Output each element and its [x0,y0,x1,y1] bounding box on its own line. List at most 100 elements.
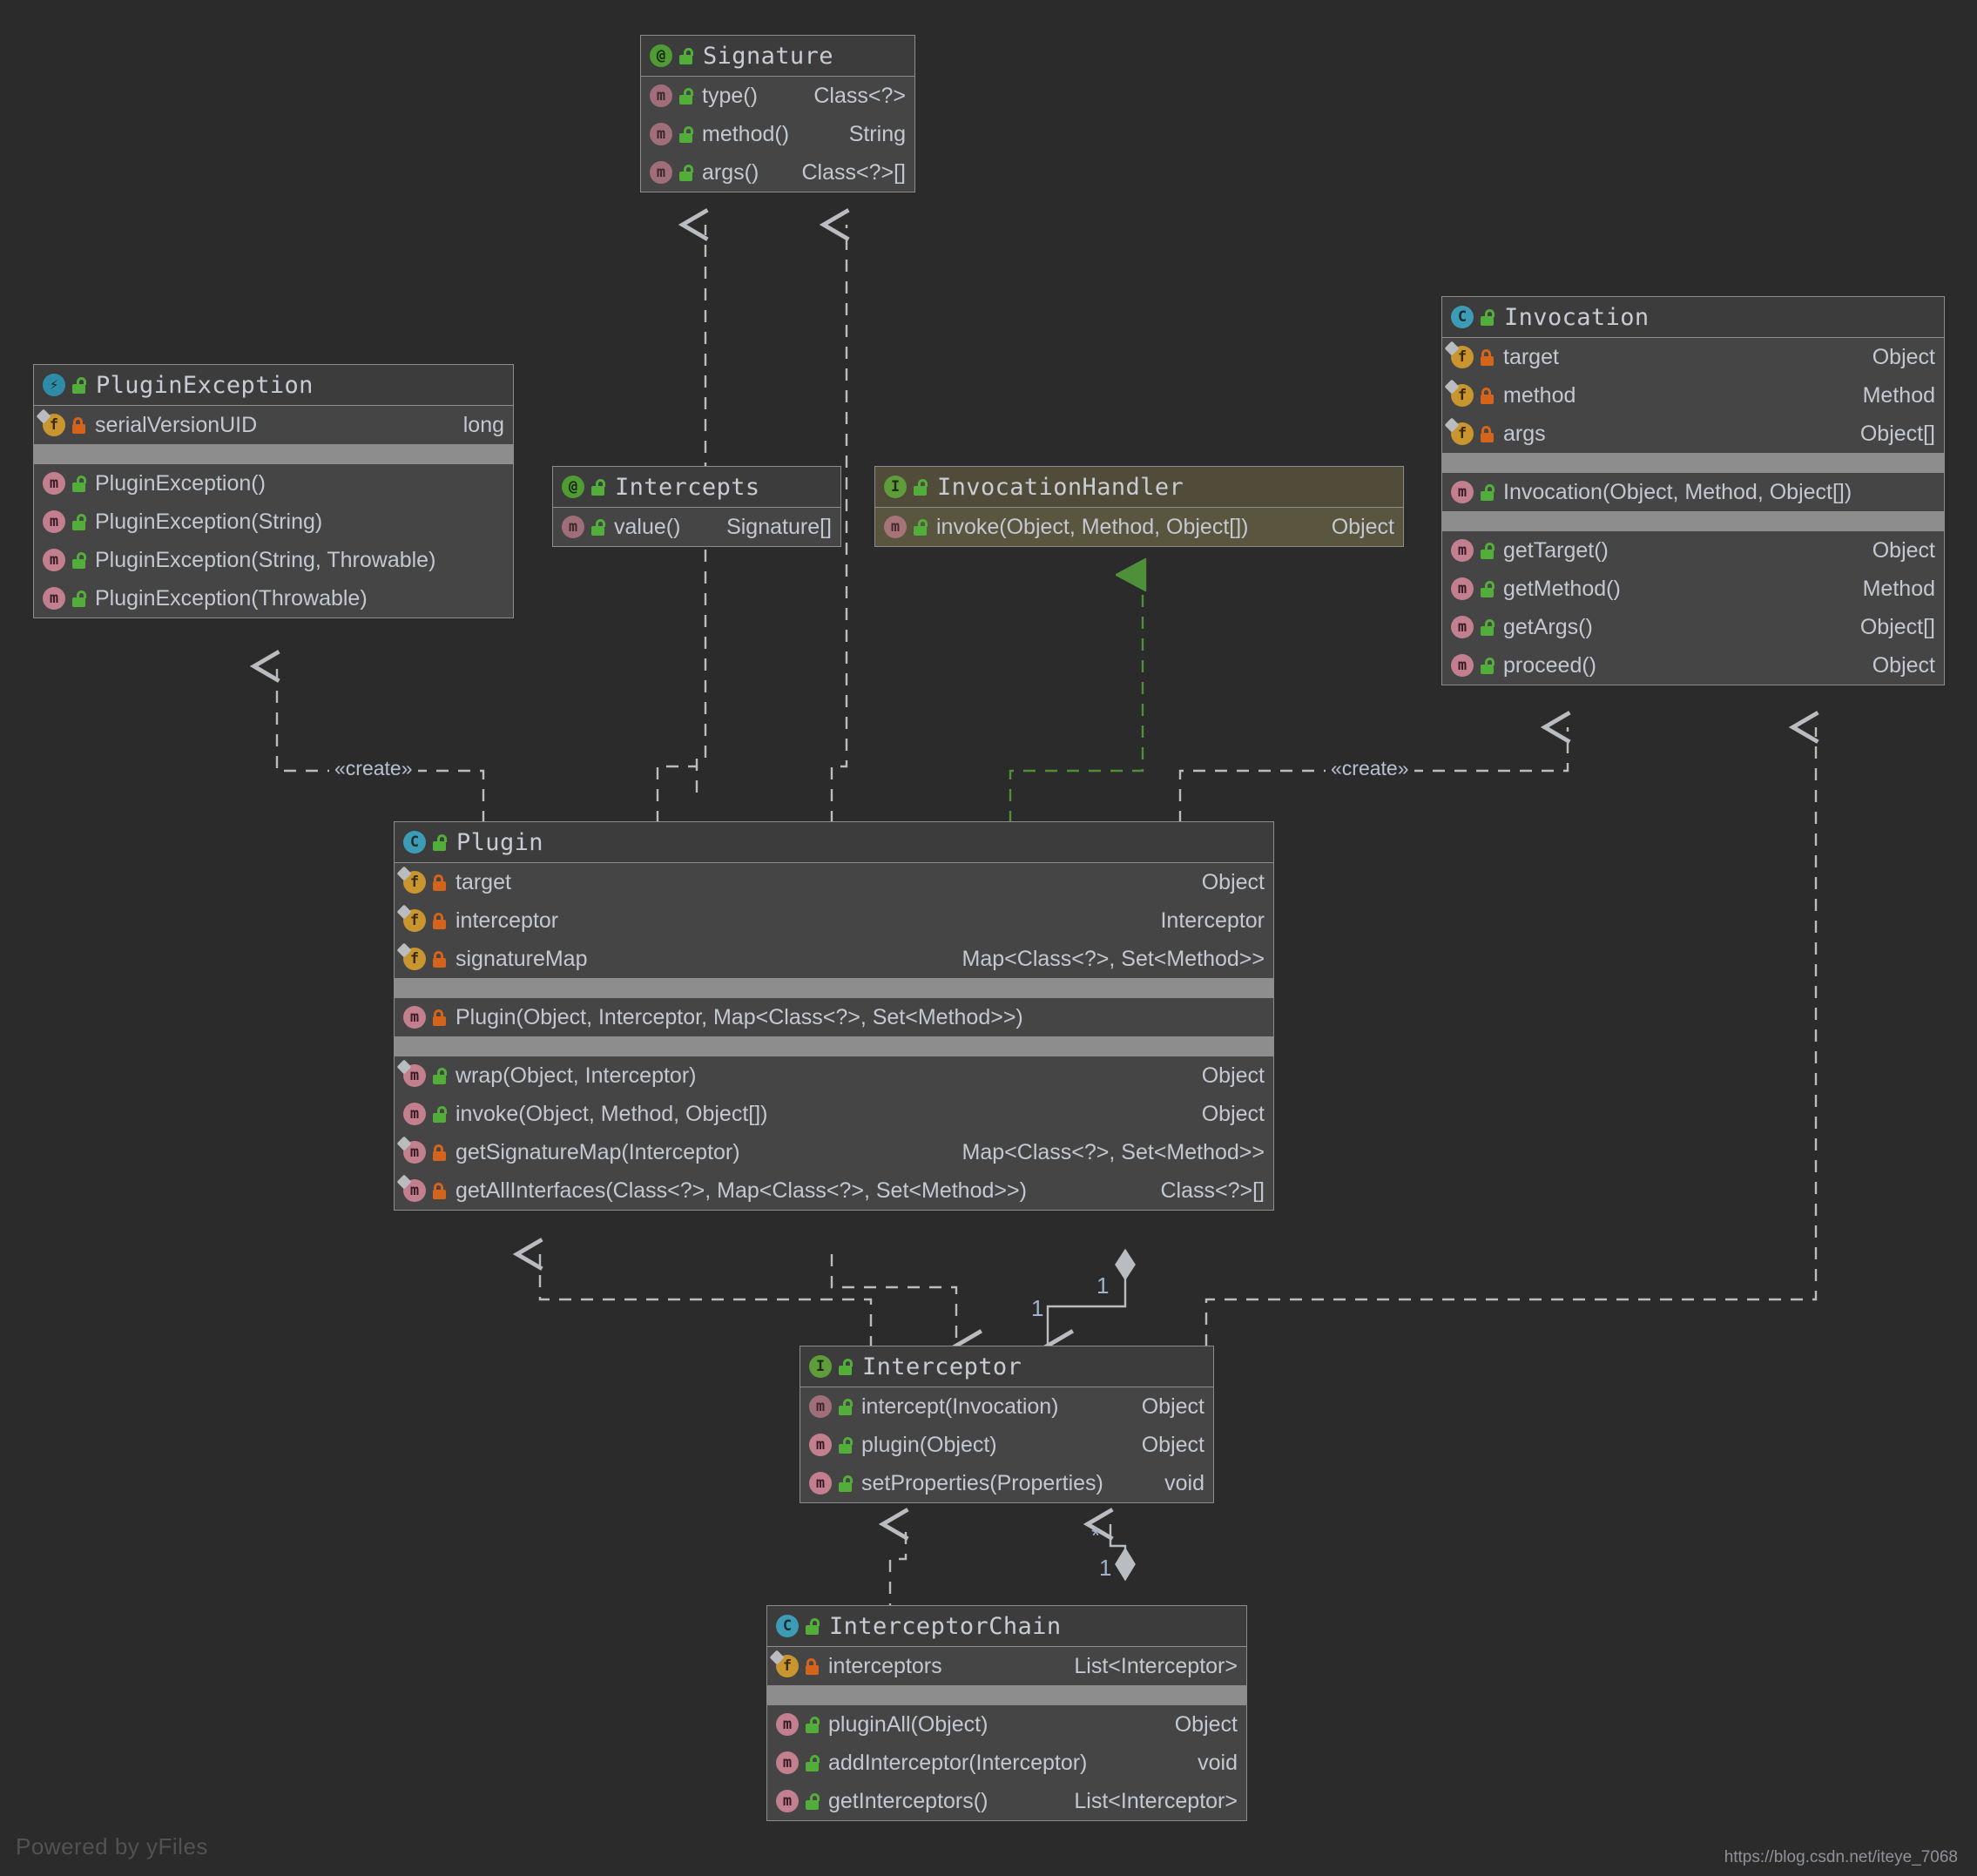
member-name: invoke(Object, Method, Object[]) [936,514,1249,539]
class-badge-icon: C [403,831,426,854]
section-separator [767,1685,1246,1705]
member-row[interactable]: m plugin(Object) Object [800,1426,1213,1464]
member-row[interactable]: m args() Class<?>[] [641,153,914,192]
field-badge-icon: f [776,1655,799,1677]
class-header-signature: @ Signature [641,36,914,77]
method-name: proceed() [1503,652,1596,678]
public-lock-icon [838,1358,854,1375]
method-row[interactable]: m getInterceptors() List<Interceptor> [767,1782,1246,1820]
method-badge-icon: m [776,1713,799,1736]
class-fields-pluginexception: f serialVersionUID long [34,406,513,444]
method-badge-icon: m [776,1751,799,1774]
field-row[interactable]: f method Method [1442,376,1944,415]
member-row[interactable]: m method() String [641,115,914,153]
method-row[interactable]: m getSignatureMap(Interceptor) Map<Class… [395,1133,1273,1171]
member-type: Class<?> [813,83,906,108]
class-box-pluginexception[interactable]: ⚡ PluginException f serialVersionUID lon… [33,364,514,618]
public-lock-icon [678,87,694,105]
member-row[interactable]: m intercept(Invocation) Object [800,1387,1213,1426]
class-members-intercepts: m value() Signature[] [553,508,840,546]
method-row[interactable]: m getTarget() Object [1442,531,1944,570]
class-constructors-invocation: m Invocation(Object, Method, Object[]) [1442,473,1944,511]
edge-label-create-left: «create» [329,757,418,780]
public-lock-icon [838,1398,854,1415]
method-row[interactable]: m getAllInterfaces(Class<?>, Map<Class<?… [395,1171,1273,1210]
annotation-badge-icon: @ [650,44,672,67]
field-name: target [455,869,511,894]
field-type: Object [1872,344,1935,369]
field-type: Object [1201,869,1265,894]
class-header-invocation: C Invocation [1442,297,1944,338]
field-badge-icon: f [43,414,65,436]
field-row[interactable]: f interceptor Interceptor [395,901,1273,940]
class-box-intercepts[interactable]: @ Intercepts m value() Signature[] [552,466,841,547]
private-lock-icon [432,950,448,968]
method-badge-icon: m [43,549,65,571]
public-lock-icon [678,125,694,143]
class-header-intercepts: @ Intercepts [553,467,840,508]
member-row[interactable]: m type() Class<?> [641,77,914,115]
public-lock-icon [1480,308,1495,326]
public-lock-icon [838,1436,854,1454]
constructor-row[interactable]: m Invocation(Object, Method, Object[]) [1442,473,1944,511]
method-row[interactable]: m PluginException() [34,464,513,503]
method-row[interactable]: m PluginException(String, Throwable) [34,541,513,579]
class-box-invocationhandler[interactable]: I InvocationHandler m invoke(Object, Met… [874,466,1404,547]
field-name: signatureMap [455,946,588,971]
member-row[interactable]: m invoke(Object, Method, Object[]) Objec… [875,508,1403,546]
field-row[interactable]: f target Object [395,863,1273,901]
method-type: Object[] [1859,614,1935,639]
field-row[interactable]: f target Object [1442,338,1944,376]
private-lock-icon [432,912,448,929]
method-badge-icon: m [809,1395,832,1418]
method-badge-icon: m [650,84,672,107]
method-row[interactable]: m wrap(Object, Interceptor) Object [395,1056,1273,1095]
class-methods-invocation: m getTarget() Object m getMethod() Metho… [1442,531,1944,685]
method-row[interactable]: m getMethod() Method [1442,570,1944,608]
field-row[interactable]: f serialVersionUID long [34,406,513,444]
method-row[interactable]: m pluginAll(Object) Object [767,1705,1246,1744]
member-row[interactable]: m setProperties(Properties) void [800,1464,1213,1502]
method-badge-icon: m [43,587,65,610]
method-name: getArgs() [1503,614,1593,639]
method-row[interactable]: m getArgs() Object[] [1442,608,1944,646]
class-constructors-plugin: m Plugin(Object, Interceptor, Map<Class<… [395,998,1273,1036]
member-name: intercept(Invocation) [861,1394,1059,1419]
class-members-signature: m type() Class<?> m method() String m ar… [641,77,914,192]
method-badge-icon: m [43,472,65,495]
member-row[interactable]: m value() Signature[] [553,508,840,546]
field-row[interactable]: f signatureMap Map<Class<?>, Set<Method>… [395,940,1273,978]
class-name-interceptorchain: InterceptorChain [829,1612,1062,1640]
class-box-signature[interactable]: @ Signature m type() Class<?> m method()… [640,35,915,192]
method-name: getAllInterfaces(Class<?>, Map<Class<?>,… [455,1178,1027,1203]
public-lock-icon [71,551,87,569]
method-row[interactable]: m addInterceptor(Interceptor) void [767,1744,1246,1782]
method-name: wrap(Object, Interceptor) [455,1063,697,1088]
method-row[interactable]: m proceed() Object [1442,646,1944,685]
method-type: Object [1872,537,1935,563]
public-lock-icon [71,376,87,394]
section-separator [1442,453,1944,473]
method-type: void [1198,1750,1238,1775]
method-row[interactable]: m PluginException(Throwable) [34,579,513,617]
method-row[interactable]: m invoke(Object, Method, Object[]) Objec… [395,1095,1273,1133]
class-box-interceptorchain[interactable]: C InterceptorChain f interceptors List<I… [766,1605,1247,1821]
class-box-plugin[interactable]: C Plugin f target Object f interceptor I… [394,821,1274,1211]
field-row[interactable]: f interceptors List<Interceptor> [767,1647,1246,1685]
public-lock-icon [590,518,606,536]
field-row[interactable]: f args Object[] [1442,415,1944,453]
constructor-row[interactable]: m Plugin(Object, Interceptor, Map<Class<… [395,998,1273,1036]
method-row[interactable]: m PluginException(String) [34,503,513,541]
member-name: method() [702,121,790,146]
edge-plugin-aggregates-interceptor [1043,1248,1136,1362]
class-name-signature: Signature [703,42,833,70]
yfiles-watermark: Powered by yFiles [16,1833,208,1859]
member-name: value() [614,514,681,539]
class-badge-icon: C [776,1615,799,1637]
class-box-invocation[interactable]: C Invocation f target Object f method Me… [1441,296,1945,685]
private-lock-icon [1480,348,1495,366]
public-lock-icon [913,478,928,496]
method-name: getTarget() [1503,537,1609,563]
field-type: Map<Class<?>, Set<Method>> [962,946,1265,971]
class-box-interceptor[interactable]: I Interceptor m intercept(Invocation) Ob… [800,1346,1214,1503]
